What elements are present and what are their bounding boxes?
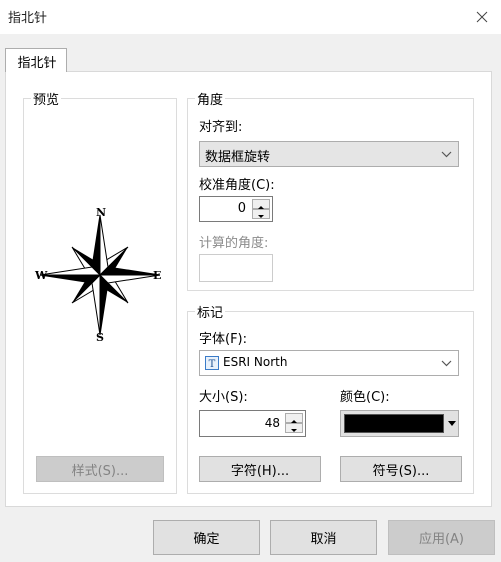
color-swatch [344,414,444,433]
title-bar: 指北针 [0,0,501,34]
font-dropdown[interactable]: T ESRI North [199,350,459,376]
chevron-down-icon [441,360,452,367]
svg-text:T: T [209,359,216,370]
color-label: 颜色(C): [340,390,390,405]
style-button[interactable]: 样式(S)... [36,456,164,482]
compass-point-e [98,274,161,284]
compass-label-e: E [153,269,162,282]
calibration-spinner[interactable]: 0 [199,196,273,222]
spin-down-icon [291,429,297,432]
cancel-button[interactable]: 取消 [270,520,377,555]
size-spin-down[interactable] [285,423,303,433]
calibration-label: 校准角度(C): [199,178,275,193]
compass-label-w: W [35,269,48,282]
close-icon [476,11,488,23]
tab-label: 指北针 [17,56,57,71]
color-picker[interactable] [340,410,459,437]
symbol-button[interactable]: 符号(S)... [340,456,462,482]
spin-down-icon [258,215,264,218]
compass-point-s [91,273,101,336]
tab-north-arrow[interactable]: 指北针 [5,48,67,72]
compass-point-w [39,266,102,276]
caret-down-icon [448,421,456,426]
marker-group-title: 标记 [195,302,226,321]
align-dropdown[interactable]: 数据框旋转 [199,141,459,167]
size-spin-up[interactable] [285,413,303,423]
calculated-field [199,254,273,282]
compass-point-n [99,214,109,277]
apply-button[interactable]: 应用(A) [388,520,495,555]
calibration-spin-down[interactable] [252,209,270,219]
angle-group-title: 角度 [195,89,226,108]
calibration-spin-up[interactable] [252,199,270,209]
chevron-down-icon [441,151,452,158]
compass-preview [39,214,161,336]
calibration-value: 0 [237,201,246,216]
font-value: ESRI North [223,355,288,369]
size-label: 大小(S): [199,390,248,405]
calculated-label: 计算的角度: [199,236,269,251]
truetype-font-icon: T [205,356,219,370]
compass-label-n: N [96,206,107,219]
preview-group-title: 预览 [31,89,62,108]
font-label: 字体(F): [199,332,248,347]
close-button[interactable] [465,2,499,32]
size-value: 48 [264,416,280,430]
size-spinner[interactable]: 48 [199,410,306,437]
ok-button[interactable]: 确定 [153,520,260,555]
window-title: 指北针 [8,11,48,26]
character-button[interactable]: 字符(H)... [199,456,321,482]
color-swatch-fill [345,415,443,432]
align-value: 数据框旋转 [205,150,271,165]
align-label: 对齐到: [199,120,243,135]
compass-label-s: S [96,331,104,344]
